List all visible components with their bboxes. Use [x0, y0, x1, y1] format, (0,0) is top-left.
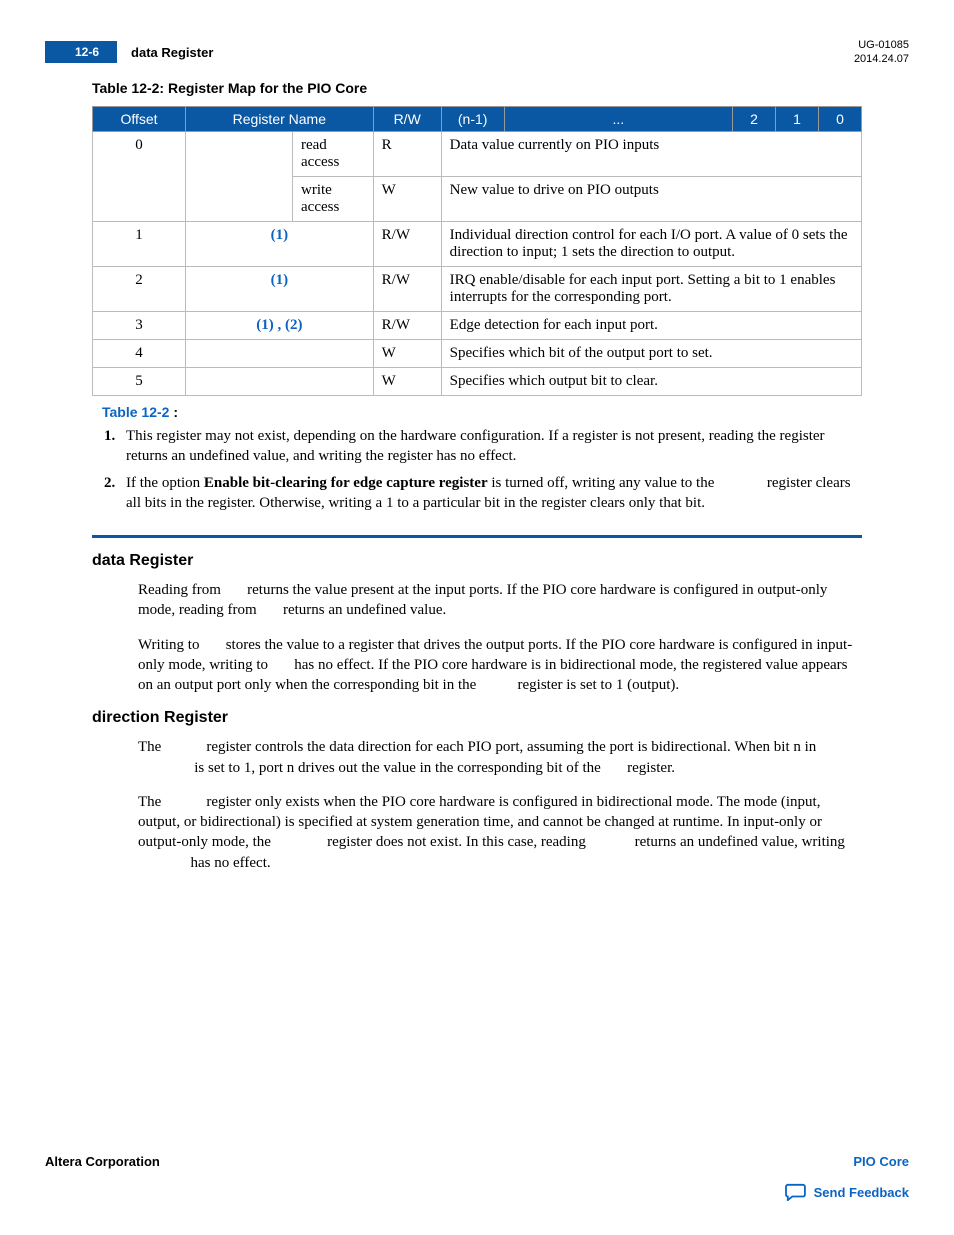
note-body: This register may not exist, depending o… [126, 426, 862, 467]
footer-top: Altera Corporation PIO Core [45, 1154, 909, 1169]
col-offset: Offset [93, 107, 186, 132]
footer-chapter-link[interactable]: PIO Core [853, 1154, 909, 1169]
col-bit-2: 2 [733, 107, 776, 132]
cell-regname: write access [293, 177, 374, 222]
header-right: UG-01085 2014.24.07 [854, 38, 909, 67]
cell-rw: R/W [373, 267, 441, 312]
col-rw: R/W [373, 107, 441, 132]
cell-desc: Specifies which output bit to clear. [441, 368, 861, 396]
cell-regname: read access [293, 132, 374, 177]
col-bit-0: 0 [819, 107, 862, 132]
cell-rw: W [373, 177, 441, 222]
note-number: 1. [104, 426, 126, 467]
page-header: 12-6 data Register UG-01085 2014.24.07 [45, 38, 909, 67]
table-row: 2 (1) R/W IRQ enable/disable for each in… [93, 267, 862, 312]
cell-offset: 5 [93, 368, 186, 396]
footnote-link[interactable]: (1) [271, 272, 289, 288]
col-dots: ... [504, 107, 732, 132]
content-area: Table 12-2: Register Map for the PIO Cor… [92, 80, 862, 887]
register-map-table: Offset Register Name R/W (n-1) ... 2 1 0… [92, 106, 862, 396]
paragraph: The register controls the data direction… [138, 737, 862, 778]
cell-regname [186, 340, 374, 368]
cell-offset: 3 [93, 312, 186, 340]
cell-offset: 0 [93, 132, 186, 222]
paragraph: The register only exists when the PIO co… [138, 792, 862, 873]
cell-offset: 2 [93, 267, 186, 312]
cell-desc: New value to drive on PIO outputs [441, 177, 861, 222]
header-left: 12-6 data Register [45, 41, 213, 63]
doc-id: UG-01085 [854, 38, 909, 52]
table-row: 1 (1) R/W Individual direction control f… [93, 222, 862, 267]
header-section-title: data Register [131, 45, 213, 60]
note-text: If the option [126, 475, 204, 491]
cell-rw: W [373, 368, 441, 396]
cell-rw: R/W [373, 222, 441, 267]
cell-regname [186, 368, 374, 396]
cell-rw: W [373, 340, 441, 368]
table-header-row: Offset Register Name R/W (n-1) ... 2 1 0 [93, 107, 862, 132]
doc-date: 2014.24.07 [854, 52, 909, 66]
footnote-link[interactable]: (1) [271, 227, 289, 243]
cell-rw: R [373, 132, 441, 177]
section-heading: data Register [92, 552, 862, 570]
col-n-1: (n-1) [441, 107, 504, 132]
col-register-name: Register Name [186, 107, 374, 132]
cell-desc: Data value currently on PIO inputs [441, 132, 861, 177]
table-row: 0 read access R Data value currently on … [93, 132, 862, 177]
send-feedback-link[interactable]: Send Feedback [814, 1185, 909, 1200]
page-footer: Altera Corporation PIO Core Send Feedbac… [45, 1154, 909, 1201]
note-item: 2. If the option Enable bit-clearing for… [104, 473, 862, 514]
table-row: 5 W Specifies which output bit to clear. [93, 368, 862, 396]
table-row: 4 W Specifies which bit of the output po… [93, 340, 862, 368]
note-item: 1. This register may not exist, dependin… [104, 426, 862, 467]
col-bit-1: 1 [776, 107, 819, 132]
cell-offset: 4 [93, 340, 186, 368]
section-heading: direction Register [92, 709, 862, 727]
table-row: 3 (1) , (2) R/W Edge detection for each … [93, 312, 862, 340]
footer-company: Altera Corporation [45, 1154, 160, 1169]
notes-header: Table 12-2 : [102, 404, 862, 420]
cell-regname: (1) [186, 267, 374, 312]
cell-offset: 1 [93, 222, 186, 267]
section-divider [92, 535, 862, 538]
paragraph: Writing to stores the value to a registe… [138, 635, 862, 696]
paragraph: Reading from returns the value present a… [138, 580, 862, 621]
cell-desc: Edge detection for each input port. [441, 312, 861, 340]
feedback-area: Send Feedback [45, 1183, 909, 1201]
cell-rw: R/W [373, 312, 441, 340]
cell-blank [186, 132, 293, 222]
note-body: If the option Enable bit-clearing for ed… [126, 473, 862, 514]
notes-list: 1. This register may not exist, dependin… [92, 426, 862, 513]
notes-header-tail: : [169, 404, 178, 420]
table-ref-link[interactable]: Table 12-2 [102, 404, 169, 420]
note-bold: Enable bit-clearing for edge capture reg… [204, 475, 488, 491]
cell-regname: (1) , (2) [186, 312, 374, 340]
cell-desc: IRQ enable/disable for each input port. … [441, 267, 861, 312]
speech-bubble-icon[interactable] [784, 1183, 806, 1201]
table-caption: Table 12-2: Register Map for the PIO Cor… [92, 80, 862, 96]
cell-desc: Individual direction control for each I/… [441, 222, 861, 267]
cell-regname: (1) [186, 222, 374, 267]
cell-desc: Specifies which bit of the output port t… [441, 340, 861, 368]
note-number: 2. [104, 473, 126, 514]
page-number-badge: 12-6 [45, 41, 117, 63]
footnote-link[interactable]: (1) , (2) [256, 317, 302, 333]
